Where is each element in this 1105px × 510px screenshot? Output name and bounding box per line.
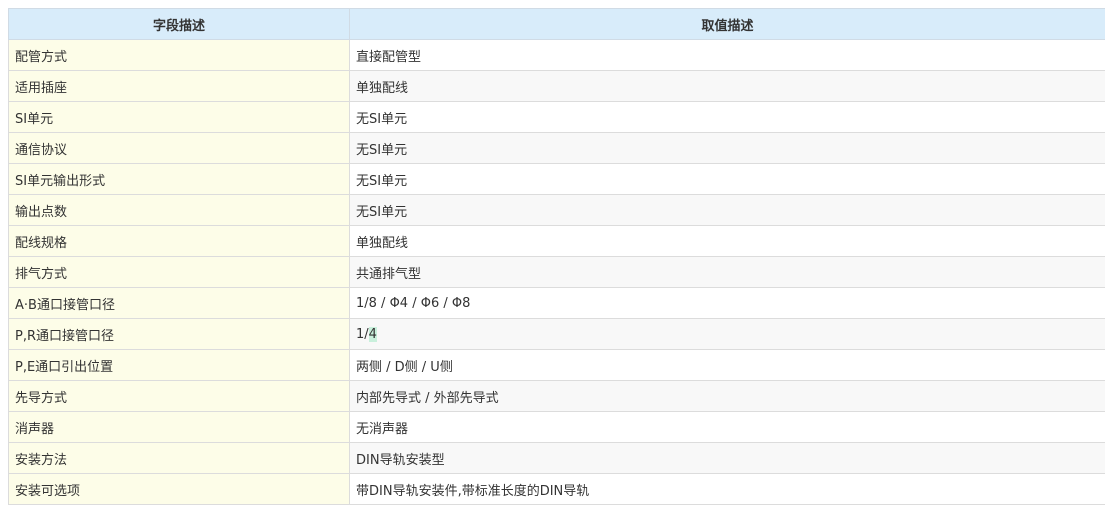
spec-table-container: 字段描述 取值描述 配管方式 直接配管型 适用插座 单独配线 SI单元 无SI单… (8, 8, 1105, 505)
row-label: 排气方式 (8, 256, 350, 288)
header-field-description: 字段描述 (8, 8, 350, 40)
row-value-text: 1/ (356, 326, 369, 342)
table-header-row: 字段描述 取值描述 (8, 8, 1105, 40)
row-value: 1/4 (349, 318, 1105, 350)
row-label: 配线规格 (8, 225, 350, 257)
table-row: 排气方式 共通排气型 (8, 256, 1105, 288)
row-label: 输出点数 (8, 194, 350, 226)
table-row: 配线规格 单独配线 (8, 225, 1105, 257)
table-row: P,E通口引出位置 两侧 / D侧 / U侧 (8, 349, 1105, 381)
table-row: 安装方法 DIN导轨安装型 (8, 442, 1105, 474)
row-value: 无SI单元 (349, 101, 1105, 133)
row-value: 无SI单元 (349, 132, 1105, 164)
table-row: 输出点数 无SI单元 (8, 194, 1105, 226)
row-value: 单独配线 (349, 70, 1105, 102)
row-label: A·B通口接管口径 (8, 287, 350, 319)
table-row: 安装可选项 带DIN导轨安装件,带标准长度的DIN导轨 (8, 473, 1105, 505)
row-value: 带DIN导轨安装件,带标准长度的DIN导轨 (349, 473, 1105, 505)
row-label: 安装可选项 (8, 473, 350, 505)
table-row: P,R通口接管口径 1/4 (8, 318, 1105, 350)
row-value: 内部先导式 / 外部先导式 (349, 380, 1105, 412)
table-row: SI单元输出形式 无SI单元 (8, 163, 1105, 195)
table-row: 通信协议 无SI单元 (8, 132, 1105, 164)
row-label: 安装方法 (8, 442, 350, 474)
row-value: 共通排气型 (349, 256, 1105, 288)
row-value: 1/8 / Φ4 / Φ6 / Φ8 (349, 287, 1105, 319)
row-value: 无SI单元 (349, 194, 1105, 226)
row-value: 直接配管型 (349, 39, 1105, 71)
row-label: 适用插座 (8, 70, 350, 102)
text-selection-highlight: 4 (368, 326, 377, 342)
row-label: P,R通口接管口径 (8, 318, 350, 350)
spec-table: 字段描述 取值描述 配管方式 直接配管型 适用插座 单独配线 SI单元 无SI单… (8, 8, 1105, 505)
table-row: 先导方式 内部先导式 / 外部先导式 (8, 380, 1105, 412)
header-value-description: 取值描述 (349, 8, 1105, 40)
table-row: 配管方式 直接配管型 (8, 39, 1105, 71)
table-row: SI单元 无SI单元 (8, 101, 1105, 133)
row-label: 通信协议 (8, 132, 350, 164)
row-label: P,E通口引出位置 (8, 349, 350, 381)
table-row: 消声器 无消声器 (8, 411, 1105, 443)
row-value: 两侧 / D侧 / U侧 (349, 349, 1105, 381)
row-label: SI单元输出形式 (8, 163, 350, 195)
row-label: SI单元 (8, 101, 350, 133)
row-value: 无消声器 (349, 411, 1105, 443)
table-row: 适用插座 单独配线 (8, 70, 1105, 102)
row-label: 配管方式 (8, 39, 350, 71)
row-value: 无SI单元 (349, 163, 1105, 195)
row-label: 消声器 (8, 411, 350, 443)
row-label: 先导方式 (8, 380, 350, 412)
row-value: 单独配线 (349, 225, 1105, 257)
table-row: A·B通口接管口径 1/8 / Φ4 / Φ6 / Φ8 (8, 287, 1105, 319)
row-value: DIN导轨安装型 (349, 442, 1105, 474)
